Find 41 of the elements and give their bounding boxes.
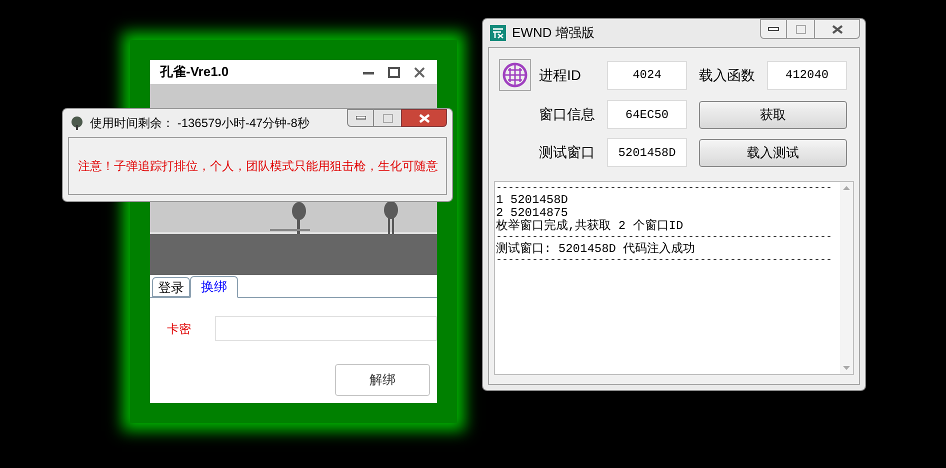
log-line: 2 52014875 [496, 207, 570, 220]
fetch-button[interactable]: 获取 [699, 100, 847, 128]
field-label: 载入函数 [699, 66, 756, 84]
separator-line: -------------------------------------------------------- [496, 184, 834, 194]
window-title: 使用时间剩余： -136579小时-47分钟-8秒 [90, 115, 310, 132]
field-label: 测试窗口 [539, 143, 596, 162]
warning-text: 注意！子弹追踪打排位，个人，团队模式只能用狙击枪，生化可随意 [78, 158, 438, 175]
close-button[interactable] [814, 19, 860, 39]
log-line: 测试窗口: 5201458D 代码注入成功 [496, 243, 696, 256]
maximize-icon[interactable] [388, 66, 400, 78]
separator-line: -------------------------------------------------------- [496, 256, 834, 266]
crosshair-icon [499, 59, 531, 91]
load-test-button[interactable]: 载入测试 [699, 138, 847, 166]
close-icon [418, 114, 430, 122]
close-icon[interactable] [414, 66, 425, 78]
separator-line: -------------------------------------------------------- [496, 233, 834, 243]
unbind-button[interactable]: 解绑 [335, 364, 430, 396]
maximize-icon [796, 24, 806, 34]
close-button[interactable] [401, 109, 447, 127]
test-window-field[interactable]: 5201458D [607, 138, 687, 167]
log-line: 1 5201458D [496, 194, 570, 207]
minimize-button[interactable] [347, 109, 374, 127]
field-label: 卡密 [167, 320, 192, 338]
tab[interactable]: 换绑 [190, 276, 238, 298]
window-title: 孔雀-Vre1.0 [160, 63, 229, 82]
field-label: 窗口信息 [539, 105, 596, 124]
window-title: EWND 增强版 [512, 24, 594, 42]
maximize-icon [382, 114, 392, 122]
card-input-field[interactable] [215, 316, 437, 341]
minimize-button[interactable] [760, 19, 787, 39]
load-function-field[interactable]: 412040 [767, 60, 847, 90]
tab[interactable]: 登录 [152, 277, 190, 297]
minimize-icon [356, 116, 366, 120]
app-icon [490, 25, 506, 41]
field-label: 进程ID [539, 66, 582, 84]
tree-icon [70, 116, 84, 130]
close-icon [832, 24, 842, 34]
window-info-field[interactable]: 64EC50 [607, 100, 687, 129]
log-line: 枚举窗口完成,共获取 2 个窗口ID [496, 220, 684, 233]
process-id-field[interactable]: 4024 [607, 60, 687, 90]
minimize-icon [768, 27, 779, 31]
